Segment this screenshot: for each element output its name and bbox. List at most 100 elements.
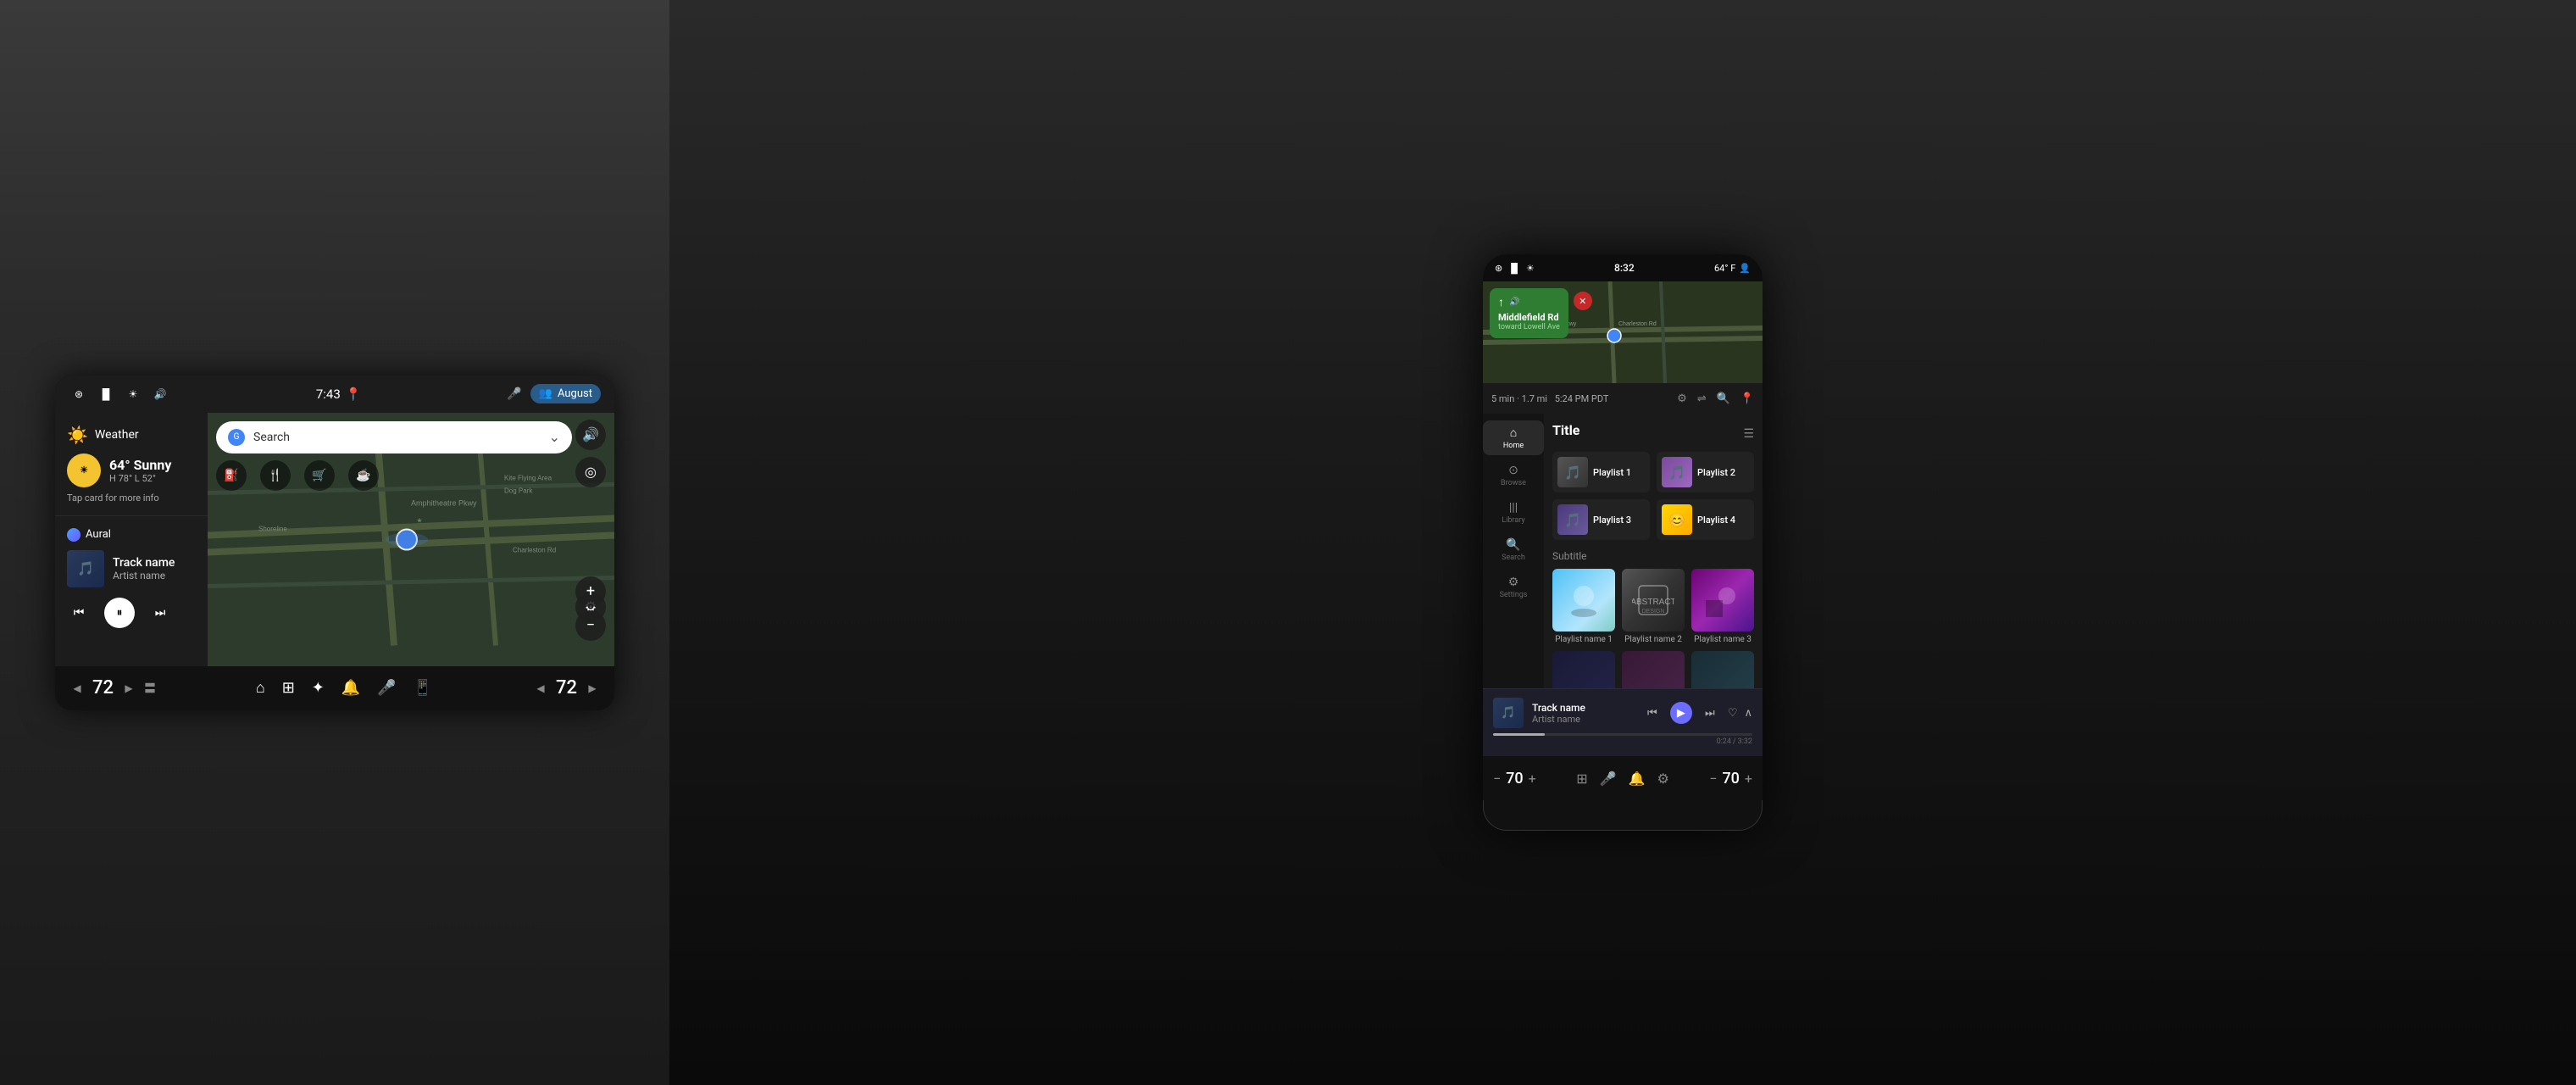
zoom-out-button[interactable]: − <box>575 610 606 641</box>
list-item[interactable] <box>1552 651 1615 688</box>
temp-up-right[interactable]: ▶ <box>584 680 601 697</box>
mic-button[interactable]: 🎤 <box>507 387 521 401</box>
library-label: Library <box>1502 516 1524 525</box>
gas-station-icon[interactable]: ⛽ <box>216 460 247 491</box>
weather-card[interactable]: ☀️ Weather ☀ 64° Sunny H 78° L 5 <box>55 413 208 516</box>
car-sidebar: ☀️ Weather ☀ 64° Sunny H 78° L 5 <box>55 413 208 666</box>
list-item[interactable]: ABSTRACT DESIGN Playlist name 2 <box>1622 569 1685 644</box>
notifications-icon[interactable]: 🔔 <box>341 679 360 697</box>
home-nav-icon[interactable]: ⌂ <box>256 679 265 697</box>
weather-info: ☀ 64° Sunny H 78° L 52° <box>67 453 196 487</box>
phone-map[interactable]: Amphitheatre Pkwy Charleston Rd ↑ 🔊 Midd… <box>1483 281 1763 383</box>
phone-mic-icon[interactable]: 🎤 <box>1600 771 1617 787</box>
phone-temp-minus-right[interactable]: − <box>1709 771 1717 787</box>
list-item[interactable]: Playlist name 1 <box>1552 569 1615 644</box>
playlist-3-thumb: 🎵 <box>1557 504 1588 535</box>
search-input[interactable]: Search <box>253 431 541 444</box>
mic-nav-icon[interactable]: 🎤 <box>377 679 396 697</box>
map-locate-button[interactable]: ◎ <box>575 457 606 487</box>
artist-name: Artist name <box>113 570 175 581</box>
np-heart-button[interactable]: ♡ <box>1728 707 1738 720</box>
list-item[interactable]: 🎵 Playlist 2 <box>1657 452 1754 492</box>
list-item[interactable] <box>1691 651 1754 688</box>
progress-duration: 3:32 <box>1738 737 1752 746</box>
user-name: August <box>558 387 592 400</box>
sidebar-item-home[interactable]: ⌂ Home <box>1483 420 1544 455</box>
phone-bottom-icons: ⊞ 🎤 🔔 ⚙ <box>1576 771 1669 787</box>
sidebar-item-search[interactable]: 🔍 Search <box>1483 533 1544 567</box>
phone-temp-plus-left[interactable]: + <box>1529 771 1536 787</box>
aural-logo <box>67 528 80 542</box>
big-playlist-1-name: Playlist name 1 <box>1552 635 1615 644</box>
phone-mockup: ⊛ ▐▌ ☀ 8:32 64° F 👤 Amphitheatre Pkwy Ch… <box>1483 254 1763 831</box>
nav-settings-icon[interactable]: ⚙ <box>1677 392 1687 405</box>
svg-text:★: ★ <box>416 516 422 524</box>
now-playing-row: 🎵 Track name Artist name ⏮ ▶ ⏭ ♡ ∧ <box>1493 698 1752 728</box>
list-item[interactable]: 🎵 Playlist 1 <box>1552 452 1650 492</box>
progress-bar[interactable] <box>1493 733 1752 736</box>
weather-title: ☀️ Weather <box>67 425 196 445</box>
temp-up-left[interactable]: ▶ <box>120 680 137 697</box>
temp-down-left[interactable]: ◀ <box>69 680 86 697</box>
map-volume-button[interactable]: 🔊 <box>575 420 606 450</box>
cafe-icon[interactable]: ☕ <box>348 460 379 491</box>
phone-temp-plus-right[interactable]: + <box>1745 771 1752 787</box>
temp-down-right[interactable]: ◀ <box>532 680 549 697</box>
phone-temp-minus-left[interactable]: − <box>1493 771 1501 787</box>
phone-bell-icon[interactable]: 🔔 <box>1629 771 1646 787</box>
phone-main-area: ⌂ Home ⊙ Browse ||| Library 🔍 Search ⚙ <box>1483 414 1763 688</box>
list-item[interactable]: Playlist name 3 <box>1691 569 1754 644</box>
nav-icons-center: ⌂ ⊞ ✦ 🔔 🎤 📱 <box>256 679 432 697</box>
nav-location-icon[interactable]: 📍 <box>1740 392 1754 405</box>
phone-icon[interactable]: 📱 <box>414 679 432 697</box>
phone-temp-status: 64° F <box>1714 263 1735 274</box>
list-item[interactable]: 😊 Playlist 4 <box>1657 499 1754 540</box>
sidebar-item-browse[interactable]: ⊙ Browse <box>1483 459 1544 492</box>
aural-music-card[interactable]: Aural 🎵 Track name Artist name ⏮ ⏸ ⏭ <box>55 516 208 666</box>
phone-apps-icon[interactable]: ⊞ <box>1576 771 1587 787</box>
map-area[interactable]: Amphitheatre Pkwy Charleston Rd Shorelin… <box>208 413 614 666</box>
big-playlist-3-thumb <box>1691 569 1754 632</box>
expand-icon: ⌄ <box>549 429 560 445</box>
np-play-button[interactable]: ▶ <box>1670 702 1692 724</box>
svg-text:Dog Park: Dog Park <box>504 487 533 494</box>
zoom-in-button[interactable]: + <box>575 576 606 607</box>
car-bottom-toolbar: ◀ 72 ▶ 〓 ⌂ ⊞ ✦ 🔔 🎤 📱 ◀ 72 ▶ <box>55 666 614 710</box>
next-button[interactable]: ⏭ <box>148 601 172 625</box>
phone-nav-info: 5 min · 1.7 mi 5:24 PM PDT ⚙ ⇌ 🔍 📍 <box>1483 383 1763 414</box>
sidebar-item-settings[interactable]: ⚙ Settings <box>1483 570 1544 604</box>
play-pause-button[interactable]: ⏸ <box>104 598 135 628</box>
nav-search-icon[interactable]: 🔍 <box>1717 392 1730 405</box>
phone-bottom-bar: − 70 + ⊞ 🎤 🔔 ⚙ − 70 + <box>1483 756 1763 800</box>
left-panel: ⊛ ▐▌ ☀ 🔊 7:43 📍 🎤 👥 August <box>0 0 669 1085</box>
weather-icon: ☀️ <box>67 425 88 445</box>
status-bar: ⊛ ▐▌ ☀ 🔊 7:43 📍 🎤 👥 August <box>55 376 614 413</box>
prev-button[interactable]: ⏮ <box>67 601 91 625</box>
playlist-1-name: Playlist 1 <box>1593 467 1631 478</box>
restaurant-icon[interactable]: 🍴 <box>260 460 291 491</box>
content-menu-icon[interactable]: ☰ <box>1743 427 1754 441</box>
np-next-button[interactable]: ⏭ <box>1699 702 1721 724</box>
user-icon: 👥 <box>539 387 552 400</box>
apps-nav-icon[interactable]: ✦ <box>312 679 325 697</box>
list-item[interactable]: 🎵 Playlist 3 <box>1552 499 1650 540</box>
map-controls-right-3: ◎ <box>575 457 606 487</box>
user-button[interactable]: 👥 August <box>530 384 601 403</box>
status-icons-left: ⊛ ▐▌ ☀ 🔊 <box>69 384 170 404</box>
svg-text:Shoreline: Shoreline <box>258 525 287 532</box>
browse-icon: ⊙ <box>1508 464 1518 477</box>
np-expand-button[interactable]: ∧ <box>1744 707 1752 720</box>
shopping-icon[interactable]: 🛒 <box>304 460 335 491</box>
list-item[interactable] <box>1622 651 1685 688</box>
nav-route-icon[interactable]: ⇌ <box>1697 392 1707 405</box>
sidebar-item-library[interactable]: ||| Library <box>1483 496 1544 530</box>
track-info: 🎵 Track name Artist name <box>67 550 196 587</box>
grid-nav-icon[interactable]: ⊞ <box>282 679 295 697</box>
display-content: ☀️ Weather ☀ 64° Sunny H 78° L 5 <box>55 413 614 666</box>
phone-status-right: 64° F 👤 <box>1714 263 1751 274</box>
aural-app-header: Aural <box>67 528 196 542</box>
phone-settings-bottom-icon[interactable]: ⚙ <box>1657 771 1668 787</box>
progress-times: 0:24 / 3:32 <box>1493 737 1752 746</box>
map-search-bar[interactable]: G Search ⌄ <box>216 421 572 453</box>
np-prev-button[interactable]: ⏮ <box>1641 702 1663 724</box>
